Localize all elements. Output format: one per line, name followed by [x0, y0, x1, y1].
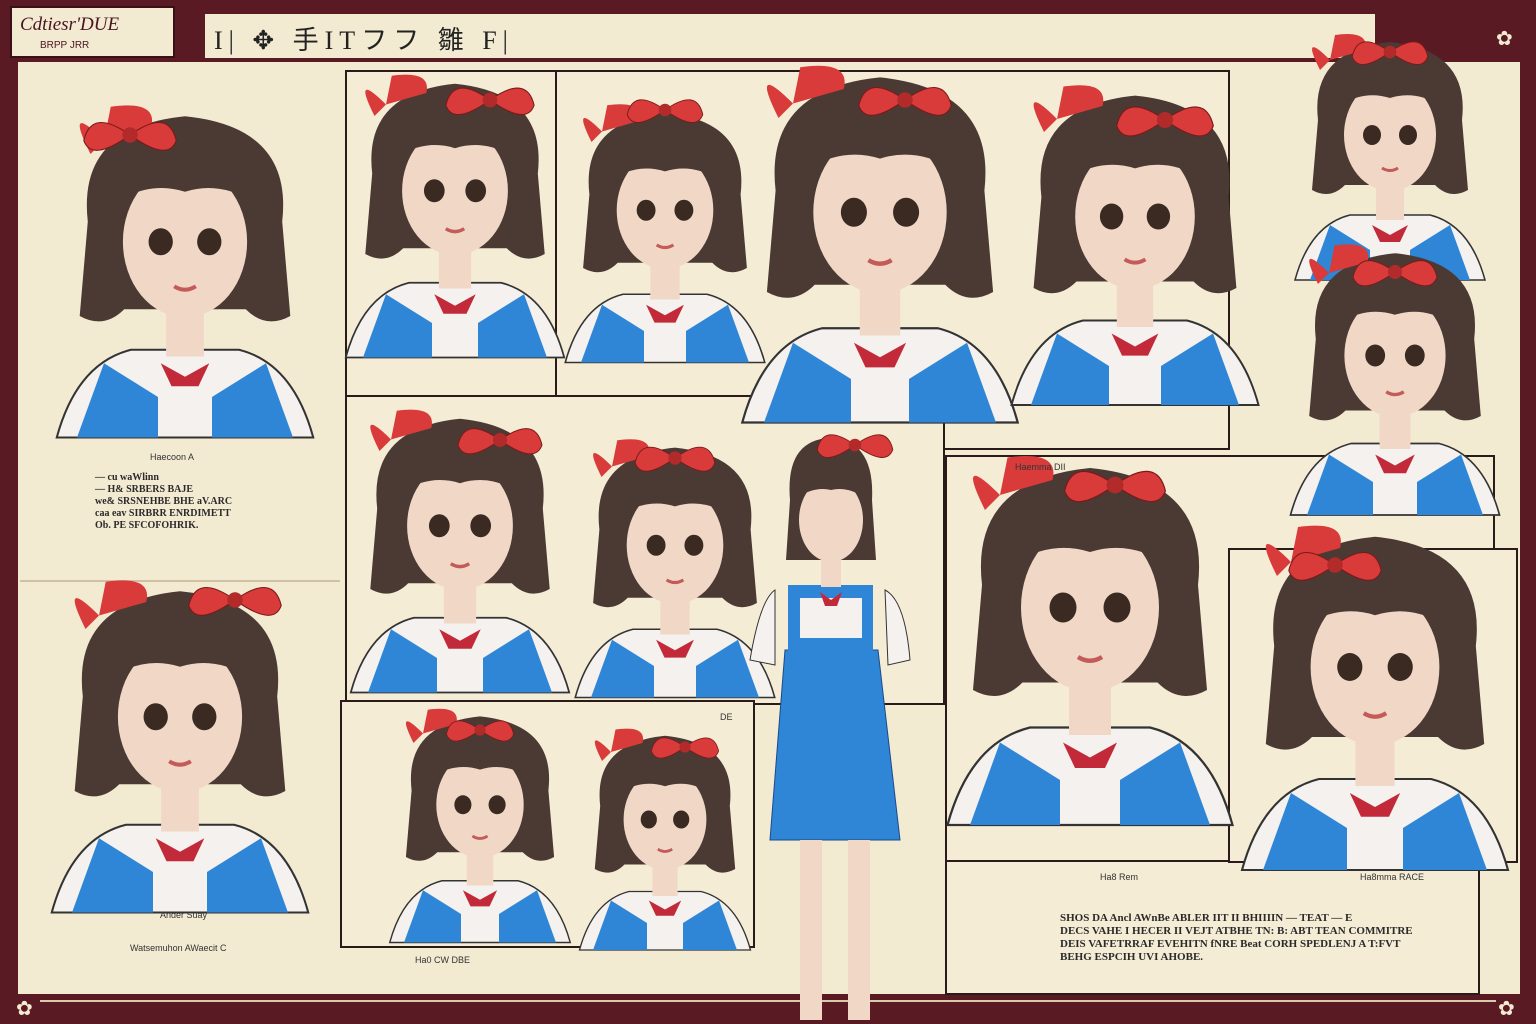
portrait-front-top-left [55, 125, 315, 445]
ornament-icon: ✿ [16, 998, 33, 1020]
notes-bottom: SHOS DA Ancl AWnBe ABLER IIT II BHIIIIN … [1060, 912, 1413, 963]
portrait-profile [563, 99, 767, 365]
ornament-icon: ✿ [1496, 28, 1513, 50]
portrait-lower-back [578, 727, 752, 952]
caption-6: Ha8 Rem [1100, 872, 1139, 882]
portrait-three-quarter [344, 72, 566, 360]
notes-left: — cu waWlinn — H& SRBERS BAJE we& SRSNEH… [95, 472, 233, 531]
caption-1: Haecoon A [150, 452, 195, 462]
brand-subtitle: BRPP JRR [40, 40, 90, 51]
divider [20, 580, 340, 582]
caption-2: Haemma DII [1015, 462, 1066, 472]
brand-title: Cdtiesr'DUE [20, 14, 120, 35]
portrait-right-mid [1288, 242, 1502, 517]
portrait-angled [1009, 83, 1261, 407]
portrait-back-left [349, 407, 571, 695]
portrait-bottom-left [45, 600, 315, 910]
caption-5: Ha0 CW DBE [415, 955, 471, 965]
portrait-corner-closeup [1250, 560, 1500, 880]
header-text: I| ✥ 手ITフフ 雛 F| [214, 26, 514, 55]
brand-logo: Cdtiesr'DUE BRPP JRR [10, 6, 175, 58]
caption-7: Ha8mma RACE [1360, 872, 1425, 882]
caption-8: DE [720, 712, 733, 722]
portrait-front-center [760, 95, 1000, 435]
caption-4: Watsemuhon AWaecit C [130, 943, 227, 953]
portrait-lower-three-quarter [388, 707, 572, 944]
ornament-icon: ✿ [1498, 998, 1515, 1020]
caption-3: Ander Suay [160, 910, 208, 920]
portrait-right-large [965, 490, 1215, 870]
